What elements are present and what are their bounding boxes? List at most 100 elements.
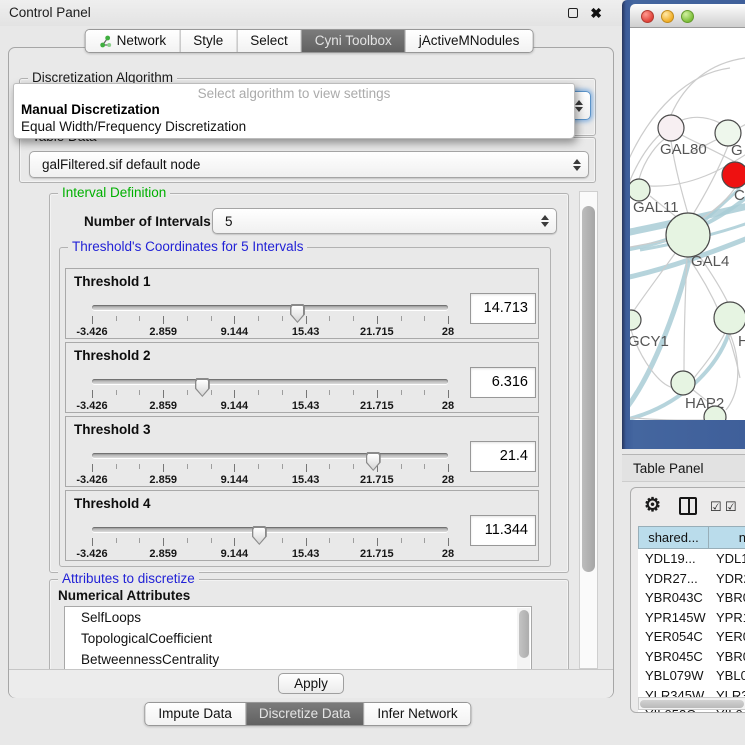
threshold-2-value-field[interactable]: 6.316 (470, 367, 536, 398)
slider-thumb[interactable] (366, 452, 381, 471)
control-panel-titlebar: Control Panel ✖ (0, 0, 622, 26)
network-node[interactable] (714, 302, 745, 334)
network-node[interactable] (671, 371, 695, 395)
toolbox-scroll-content: Discretization Algorithm Table Data galF… (9, 48, 613, 669)
threshold-3-value-field[interactable]: 21.4 (470, 441, 536, 472)
table-cell[interactable]: YDR27... (638, 569, 709, 589)
attribute-list-item[interactable]: BetweennessCentrality (65, 649, 531, 669)
table-cell[interactable]: YDL19... (638, 549, 709, 569)
apply-button[interactable]: Apply (278, 673, 344, 694)
table-data-combobox[interactable]: galFiltered.sif default node (29, 151, 589, 178)
network-node[interactable] (630, 179, 650, 201)
network-node[interactable] (722, 162, 745, 188)
tab-style-label: Style (193, 30, 223, 52)
table-cell[interactable]: YBL079W (638, 666, 709, 686)
tab-select[interactable]: Select (237, 30, 302, 52)
network-node[interactable] (666, 213, 710, 257)
table-row[interactable]: YBL079WYBL0 (638, 666, 745, 686)
table-cell[interactable]: YPR1 (709, 608, 745, 628)
slider-tick (329, 390, 330, 395)
table-cell[interactable]: YBR045C (638, 647, 709, 667)
table-cell[interactable]: YBR0 (709, 588, 745, 608)
table-cell[interactable]: YDL1 (709, 549, 745, 569)
slider-tick-label: 15.43 (292, 400, 320, 412)
slider-tick-label: 28 (442, 400, 454, 412)
table-cell[interactable]: YBR043C (638, 588, 709, 608)
attribute-list-item[interactable]: TopologicalCoefficient (65, 628, 531, 649)
table-cell[interactable]: YER054C (638, 627, 709, 647)
slider-thumb[interactable] (252, 526, 267, 545)
tab-infer-network[interactable]: Infer Network (364, 703, 470, 725)
minimize-traffic-light[interactable] (661, 10, 674, 23)
threshold-4-slider[interactable]: -3.4262.8599.14415.4321.71528 (92, 521, 448, 561)
zoom-traffic-light[interactable] (681, 10, 694, 23)
table-cell[interactable]: YER0 (709, 627, 745, 647)
numerical-attributes-list[interactable]: SelfLoopsTopologicalCoefficientBetweenne… (64, 606, 532, 669)
float-window-icon[interactable] (568, 8, 578, 18)
toolbox-scrollbar[interactable] (579, 191, 598, 669)
table-cell[interactable]: YBL0 (709, 666, 745, 686)
list-scrollbar-thumb[interactable] (519, 610, 529, 658)
slider-tick (282, 538, 283, 543)
number-of-intervals-combobox[interactable]: 5 (212, 208, 557, 234)
checkbox-icon[interactable]: ☑ (710, 499, 722, 515)
threshold-4-value-field[interactable]: 11.344 (470, 515, 536, 546)
network-canvas[interactable]: GAL80GCGAL11GAL4GCY1HHAP2 (630, 28, 745, 420)
attribute-list-item[interactable]: SelfLoops (65, 607, 531, 628)
tab-impute-data-label: Impute Data (158, 703, 232, 725)
slider-track[interactable] (92, 305, 448, 310)
slider-tick (329, 316, 330, 321)
tab-cyni-toolbox[interactable]: Cyni Toolbox (302, 30, 406, 52)
tab-jactivemnodules[interactable]: jActiveMNodules (406, 30, 533, 52)
list-scrollbar[interactable] (517, 608, 530, 669)
table-row[interactable]: YDL19...YDL1 (638, 549, 745, 569)
network-node[interactable] (658, 115, 684, 141)
table-cell[interactable]: YBR0 (709, 647, 745, 667)
table-row[interactable]: YBR045CYBR0 (638, 647, 745, 667)
slider-tick (163, 390, 164, 398)
slider-tick-labels: -3.4262.8599.14415.4321.71528 (92, 400, 448, 413)
slider-tick-labels: -3.4262.8599.14415.4321.71528 (92, 474, 448, 487)
threshold-1-value-field[interactable]: 14.713 (470, 293, 536, 324)
slider-ticks (92, 538, 448, 547)
dropdown-option-equal-width-frequency[interactable]: Equal Width/Frequency Discretization (21, 119, 246, 134)
table-h-scrollbar[interactable] (638, 697, 745, 710)
network-window-titlebar (630, 4, 745, 28)
attributes-group: Attributes to discretize Numerical Attri… (49, 579, 569, 669)
threshold-2-value: 6.316 (492, 368, 528, 397)
table-row[interactable]: YDR27...YDR2 (638, 569, 745, 589)
network-edge (630, 417, 715, 420)
slider-tick-label: 15.43 (292, 548, 320, 560)
toolbox-scrollbar-thumb[interactable] (582, 206, 595, 572)
toolbox-tab-bar: Network Style Select Cyni Toolbox jActiv… (85, 29, 534, 53)
table-row[interactable]: YER054CYER0 (638, 627, 745, 647)
threshold-3-slider[interactable]: -3.4262.8599.14415.4321.71528 (92, 447, 448, 487)
table-cell[interactable]: YDR2 (709, 569, 745, 589)
slider-track[interactable] (92, 527, 448, 532)
slider-track[interactable] (92, 379, 448, 384)
slider-thumb[interactable] (290, 304, 305, 323)
network-node[interactable] (630, 310, 641, 330)
slider-track[interactable] (92, 453, 448, 458)
split-columns-icon[interactable] (679, 497, 697, 515)
slider-thumb[interactable] (195, 378, 210, 397)
checkbox-icon[interactable]: ☑ (725, 499, 737, 515)
table-cell[interactable]: YPR145W (638, 608, 709, 628)
threshold-2-slider[interactable]: -3.4262.8599.14415.4321.71528 (92, 373, 448, 413)
column-header-shared[interactable]: shared... (638, 526, 709, 549)
threshold-1-slider[interactable]: -3.4262.8599.14415.4321.71528 (92, 299, 448, 339)
column-header-name[interactable]: na (709, 526, 745, 549)
table-row[interactable]: YPR145WYPR1 (638, 608, 745, 628)
close-traffic-light[interactable] (641, 10, 654, 23)
table-h-scrollbar-thumb[interactable] (640, 700, 744, 708)
network-view-window[interactable]: GAL80GCGAL11GAL4GCY1HHAP2 (622, 0, 745, 449)
tab-network[interactable]: Network (86, 30, 181, 52)
tab-impute-data[interactable]: Impute Data (145, 703, 246, 725)
tab-style[interactable]: Style (180, 30, 237, 52)
dropdown-option-manual-discretization[interactable]: Manual Discretization (21, 102, 160, 117)
slider-tick (424, 316, 425, 321)
table-row[interactable]: YBR043CYBR0 (638, 588, 745, 608)
gear-icon[interactable]: ⚙ (644, 494, 661, 517)
close-icon[interactable]: ✖ (590, 4, 602, 22)
tab-discretize-data[interactable]: Discretize Data (246, 703, 365, 725)
